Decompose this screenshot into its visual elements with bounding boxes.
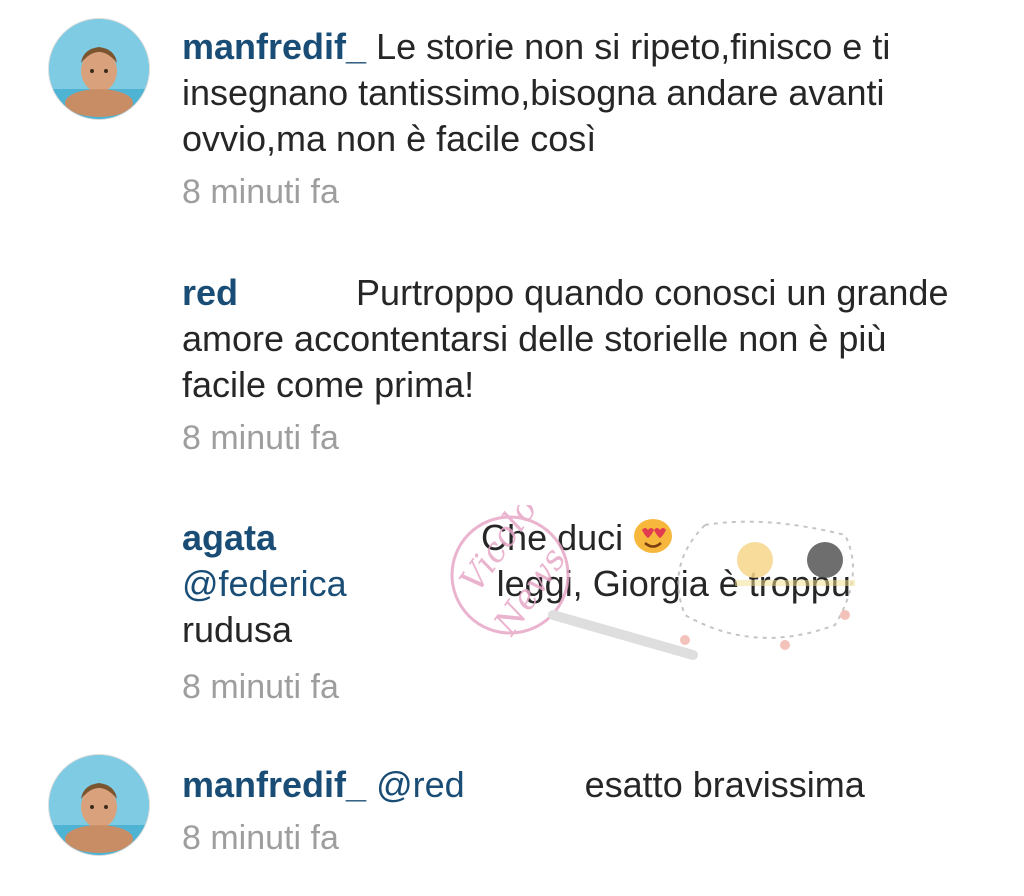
comment-item: manfredif_ @red esatto bravissima 8 minut… [0,740,1024,896]
comment-username[interactable]: manfredif_ [182,26,366,67]
avatar[interactable] [48,754,150,856]
comment-mention[interactable]: @red [376,764,465,805]
comment-text: esatto bravissima [584,764,865,805]
comment-timestamp: 8 minuti fa [182,668,339,706]
comment-username[interactable]: manfredif_ [182,764,366,805]
comment-mention[interactable]: @federica [182,563,347,604]
comment-text: Che duci [481,517,624,558]
comment-timestamp: 8 minuti fa [182,419,339,457]
comment-body: red Purtroppo quando conosci un grande am… [182,270,964,408]
comment-body: manfredif_ Le storie non si ripeto,finis… [182,24,964,162]
heart-eyes-emoji-icon [634,519,673,553]
comment-item: red Purtroppo quando conosci un grande am… [0,260,1024,460]
comment-username[interactable]: red [182,272,238,313]
comment-item: manfredif_ Le storie non si ripeto,finis… [0,0,1024,230]
comment-username[interactable]: agata [182,517,276,558]
avatar-image-icon [49,755,149,855]
comment-body: manfredif_ @red esatto bravissima [182,762,964,808]
avatar-image-icon [49,19,149,119]
avatar[interactable] [48,18,150,120]
comment-item: agata Che duci @federica leggi, Giorgia è … [0,505,1024,715]
comment-timestamp: 8 minuti fa [182,819,339,857]
comment-timestamp: 8 minuti fa [182,173,339,211]
comment-body: agata Che duci @federica leggi, Giorgia è … [182,515,964,653]
comment-text: Purtroppo quando conosci un grande amore… [182,272,949,405]
